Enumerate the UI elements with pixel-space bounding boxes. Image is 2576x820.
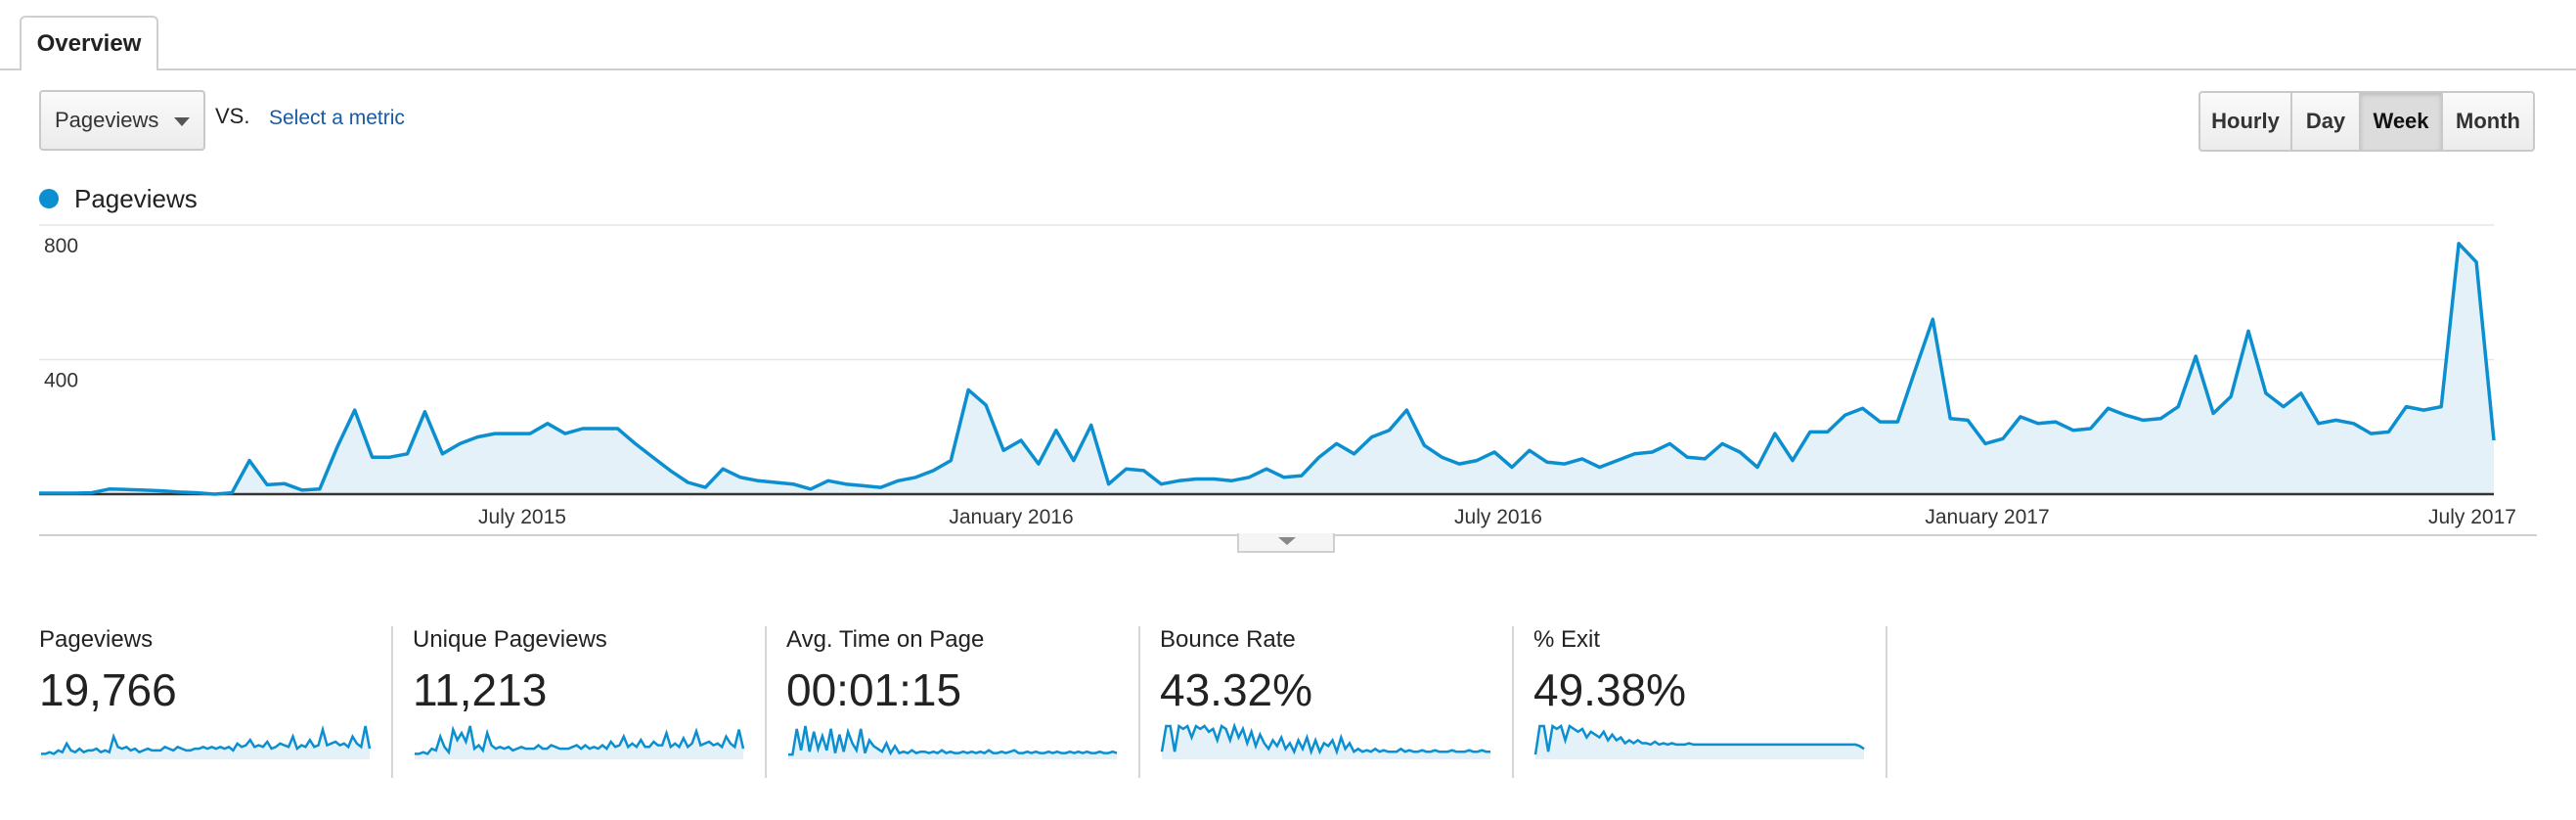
metric-sparkline	[1160, 722, 1490, 759]
metric-card-bounce-rate[interactable]: Bounce Rate 43.32%	[1160, 626, 1532, 778]
metric-dropdown-value: Pageviews	[55, 108, 159, 132]
card-divider	[1512, 626, 1514, 778]
card-divider	[391, 626, 393, 778]
metric-card-value: 11,213	[413, 664, 548, 715]
y-tick-label: 800	[44, 235, 78, 257]
metric-card-value: 19,766	[39, 664, 177, 715]
metric-card-avg-time-on-page[interactable]: Avg. Time on Page 00:01:15	[786, 626, 1158, 778]
metric-card-name: Bounce Rate	[1160, 626, 1296, 653]
caret-down-icon	[1278, 537, 1296, 545]
x-tick-label: January 2017	[1925, 506, 2049, 528]
metric-sparkline	[41, 724, 372, 759]
metric-card-value: 49.38%	[1533, 664, 1687, 715]
interval-week-button[interactable]: Week	[2359, 91, 2443, 152]
x-tick-label: July 2015	[478, 506, 566, 528]
metric-card-pageviews[interactable]: Pageviews 19,766	[39, 626, 411, 778]
metric-card-name: Avg. Time on Page	[786, 626, 985, 653]
interval-hourly-button[interactable]: Hourly	[2198, 91, 2292, 152]
sparkline-fill	[415, 726, 743, 759]
interval-toggle-group: Hourly Day Week Month	[2198, 91, 2535, 152]
card-divider	[1138, 626, 1140, 778]
interval-month-button[interactable]: Month	[2441, 91, 2535, 152]
interval-day-button[interactable]: Day	[2290, 91, 2361, 152]
y-tick-label: 400	[44, 370, 78, 392]
x-tick-label: January 2016	[949, 506, 1073, 528]
card-divider	[1886, 626, 1888, 778]
metric-card-name: % Exit	[1533, 626, 1601, 653]
metric-card-name: Unique Pageviews	[413, 626, 607, 653]
metric-card-exit[interactable]: % Exit 49.38%	[1533, 626, 1905, 778]
metric-sparkline	[415, 725, 745, 759]
x-tick-label: July 2017	[2428, 506, 2516, 528]
series-area-fill	[39, 243, 2494, 494]
tab-overview[interactable]: Overview	[20, 16, 158, 70]
vs-label: VS.	[215, 104, 250, 128]
pageviews-chart: 800 400 July 2015 January 2016 July 2016 Janu…	[39, 224, 2537, 536]
metric-card-value: 43.32%	[1160, 664, 1313, 715]
legend-series-label: Pageviews	[74, 184, 198, 213]
metric-card-value: 00:01:15	[786, 664, 962, 715]
card-divider	[765, 626, 767, 778]
chevron-down-icon	[174, 117, 190, 126]
legend-series-dot	[39, 189, 59, 208]
metric-card-unique-pageviews[interactable]: Unique Pageviews 11,213	[413, 626, 784, 778]
metric-sparkline	[1533, 723, 1865, 759]
x-tick-label: July 2016	[1454, 506, 1542, 528]
tab-strip-border	[0, 68, 2576, 70]
chart-collapse-toggle[interactable]	[1237, 533, 1335, 553]
metric-card-name: Pageviews	[39, 626, 154, 653]
metric-dropdown[interactable]: Pageviews	[39, 90, 205, 151]
select-metric-link[interactable]: Select a metric	[269, 107, 405, 130]
metric-sparkline	[788, 725, 1118, 759]
